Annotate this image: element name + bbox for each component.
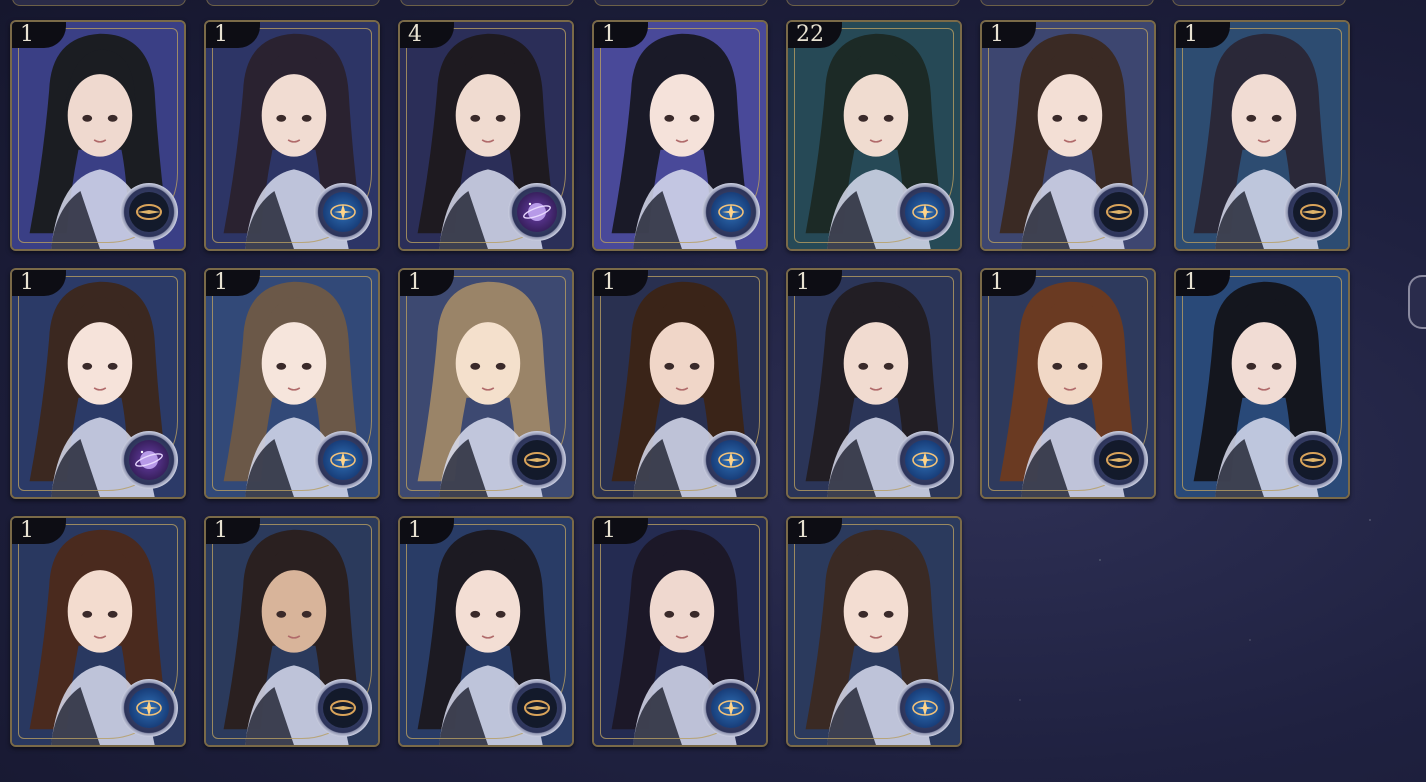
compass-icon: [1090, 183, 1148, 241]
character-card[interactable]: 1: [10, 268, 186, 499]
character-card[interactable]: 1: [980, 268, 1156, 499]
previous-row-edge: [0, 0, 1360, 6]
star-blue-icon: [314, 431, 372, 489]
character-card[interactable]: 1: [592, 516, 768, 747]
character-card[interactable]: 4: [398, 20, 574, 251]
compass-icon: [508, 679, 566, 737]
character-card[interactable]: 1: [204, 516, 380, 747]
side-scroll-handle[interactable]: [1408, 275, 1426, 329]
compass-icon: [1284, 431, 1342, 489]
star-blue-icon: [896, 183, 954, 241]
star-blue-icon: [896, 679, 954, 737]
character-card[interactable]: 1: [204, 268, 380, 499]
character-card[interactable]: 1: [1174, 20, 1350, 251]
character-card[interactable]: 1: [398, 516, 574, 747]
compass-icon: [120, 183, 178, 241]
character-card[interactable]: 1: [786, 268, 962, 499]
character-card[interactable]: 1: [398, 268, 574, 499]
planet-icon: [120, 431, 178, 489]
star-blue-icon: [702, 679, 760, 737]
planet-icon: [508, 183, 566, 241]
compass-icon: [1090, 431, 1148, 489]
character-card[interactable]: 1: [786, 516, 962, 747]
character-card[interactable]: 1: [980, 20, 1156, 251]
character-card[interactable]: 1: [592, 268, 768, 499]
character-card[interactable]: 1: [204, 20, 380, 251]
character-card[interactable]: 1: [10, 20, 186, 251]
star-blue-icon: [702, 431, 760, 489]
compass-icon: [508, 431, 566, 489]
star-blue-icon: [896, 431, 954, 489]
character-card[interactable]: 1: [592, 20, 768, 251]
compass-icon: [314, 679, 372, 737]
character-card[interactable]: 1: [10, 516, 186, 747]
character-card[interactable]: 22: [786, 20, 962, 251]
character-card[interactable]: 1: [1174, 268, 1350, 499]
star-blue-icon: [314, 183, 372, 241]
compass-icon: [1284, 183, 1342, 241]
star-blue-icon: [702, 183, 760, 241]
star-blue-icon: [120, 679, 178, 737]
